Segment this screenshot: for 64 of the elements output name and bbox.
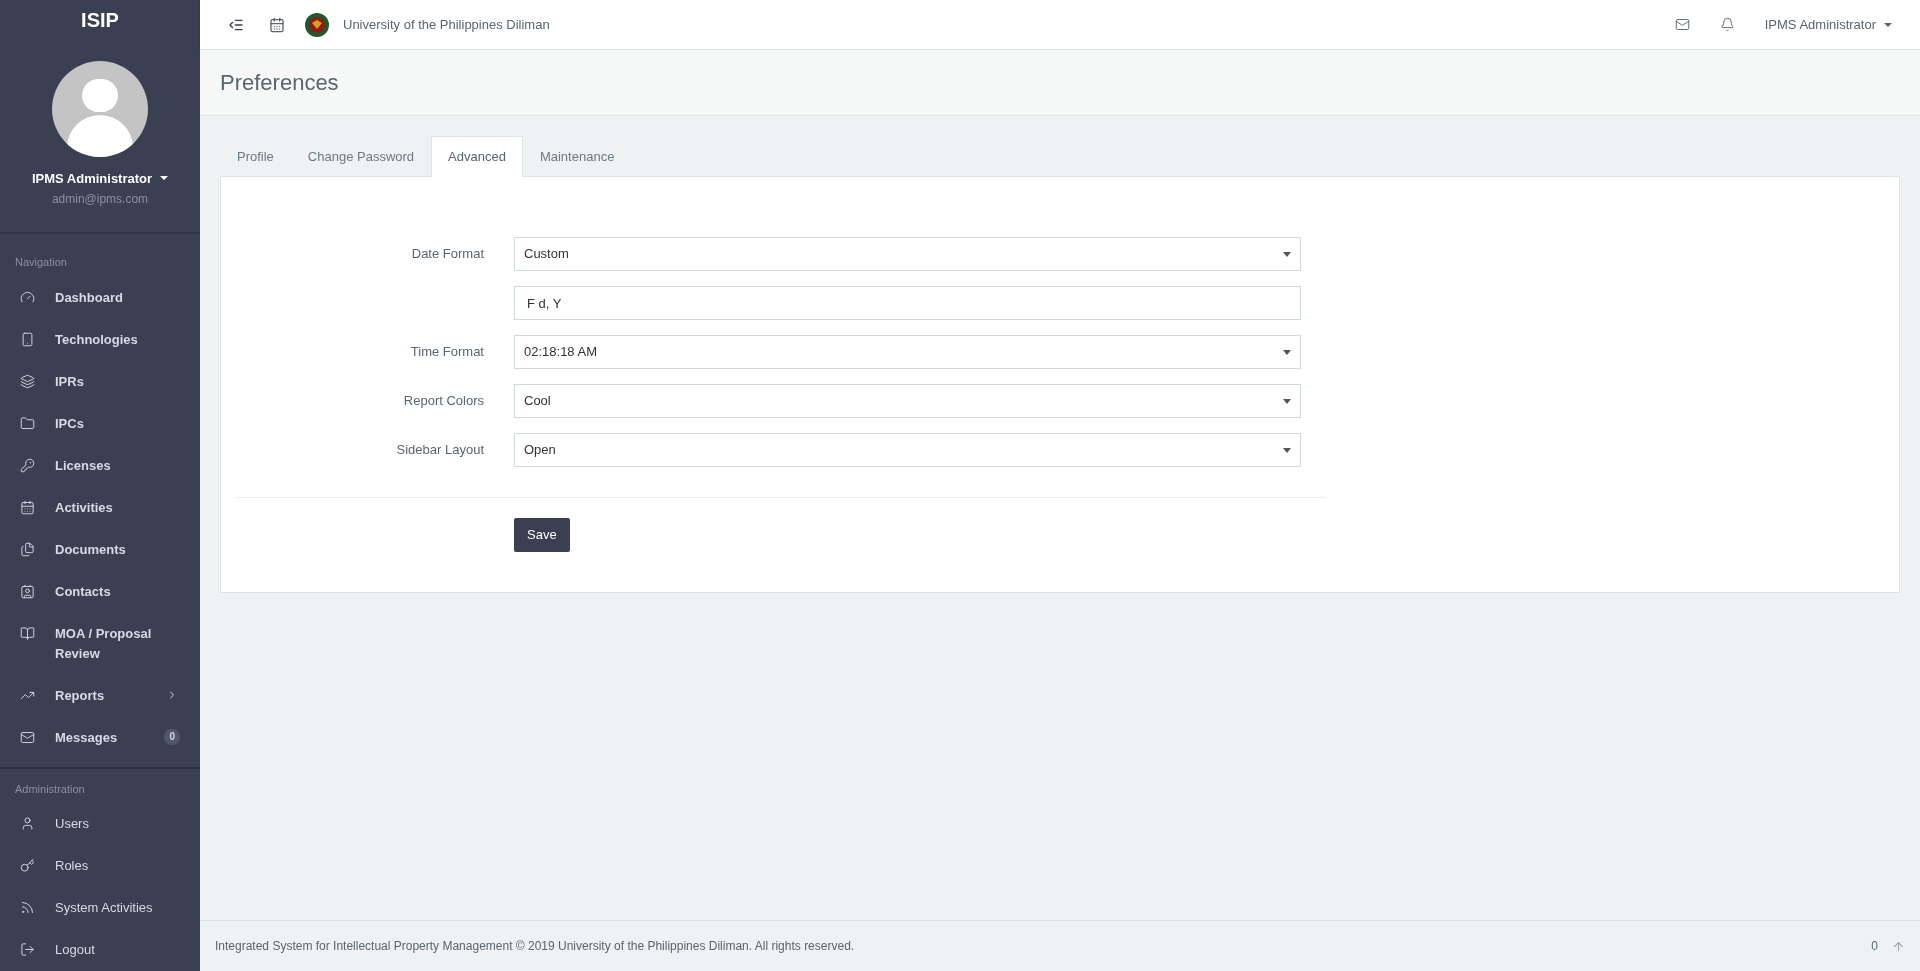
nav-item[interactable]: Documents: [0, 528, 200, 571]
nav-item[interactable]: MOA / Proposal Review: [0, 612, 200, 675]
nav-item[interactable]: Licenses: [0, 444, 200, 487]
user-menu[interactable]: IPMS Administrator: [1764, 14, 1892, 35]
caret-icon: [1283, 251, 1291, 257]
nav-item[interactable]: Logout: [0, 929, 200, 971]
brand-logo[interactable]: ISIP: [81, 4, 119, 35]
caret-icon: [1884, 22, 1892, 27]
tab[interactable]: Maintenance: [522, 136, 632, 177]
calendar-icon: [20, 499, 35, 515]
dropdown[interactable]: 02:18:18 AM: [514, 335, 1301, 369]
caret-icon: [1283, 447, 1291, 453]
nav-item[interactable]: Roles: [0, 845, 200, 887]
user-icon: [20, 816, 35, 831]
nav-item[interactable]: IPRs: [0, 360, 200, 403]
seal-logo: [305, 12, 329, 37]
dropdown[interactable]: Custom: [514, 237, 1301, 271]
nav-item[interactable]: Activities: [0, 486, 200, 529]
section-heading: Administration: [14, 781, 86, 797]
nav-item[interactable]: IPCs: [0, 402, 200, 445]
user-menu[interactable]: IPMS Administrator: [31, 168, 169, 188]
field-label: Date Format: [411, 246, 484, 262]
calendar-icon[interactable]: [269, 16, 285, 33]
nav-item[interactable]: Technologies: [0, 318, 200, 361]
section-heading: Navigation: [14, 255, 68, 270]
nav-item[interactable]: System Activities: [0, 887, 200, 929]
user-email: admin@ipms.com: [51, 191, 149, 208]
nav-item[interactable]: Messages 0: [0, 716, 200, 759]
input-field[interactable]: F d, Y: [514, 286, 1301, 320]
field-label: Sidebar Layout: [396, 442, 484, 458]
caret-icon: [160, 176, 169, 181]
copyright-text: Integrated System for Intellectual Property Management © 2019 University of the Philippines Diliman. All rights reserved.: [215, 938, 856, 955]
nav-item[interactable]: Contacts: [0, 570, 200, 613]
tab[interactable]: Advanced: [431, 136, 523, 177]
dropdown[interactable]: Open: [514, 433, 1301, 467]
envelope-icon: [20, 729, 35, 745]
count-badge: 0: [164, 728, 180, 745]
book-icon: [20, 625, 35, 641]
tab[interactable]: Profile: [220, 136, 291, 177]
counter: 0: [1871, 938, 1878, 955]
nav-item[interactable]: Reports: [0, 674, 200, 717]
bell-icon[interactable]: [1719, 17, 1735, 32]
save-button[interactable]: Save: [514, 518, 570, 552]
key-icon: [20, 457, 35, 473]
rss-icon: [20, 900, 35, 915]
layers-icon: [20, 373, 35, 389]
field-label: Time Format: [410, 344, 484, 360]
nav-item[interactable]: Users: [0, 803, 200, 845]
dropdown[interactable]: Cool: [514, 384, 1301, 418]
contact-icon: [20, 583, 35, 599]
envelope-icon[interactable]: [1674, 17, 1690, 32]
tab[interactable]: Change Password: [290, 136, 432, 177]
field-label: Report Colors: [403, 393, 484, 409]
nav-item[interactable]: Dashboard: [0, 276, 200, 319]
folder-icon: [20, 415, 35, 431]
caret-icon: [1283, 398, 1291, 404]
institution-name: University of the Philippines Diliman: [343, 15, 550, 34]
key-icon: [20, 858, 35, 873]
documents-icon: [20, 541, 35, 557]
logout-icon: [20, 942, 35, 957]
page-title: Preferences: [220, 69, 339, 97]
gauge-icon: [20, 289, 35, 305]
tablet-icon: [20, 331, 35, 347]
caret-icon: [1283, 349, 1291, 355]
